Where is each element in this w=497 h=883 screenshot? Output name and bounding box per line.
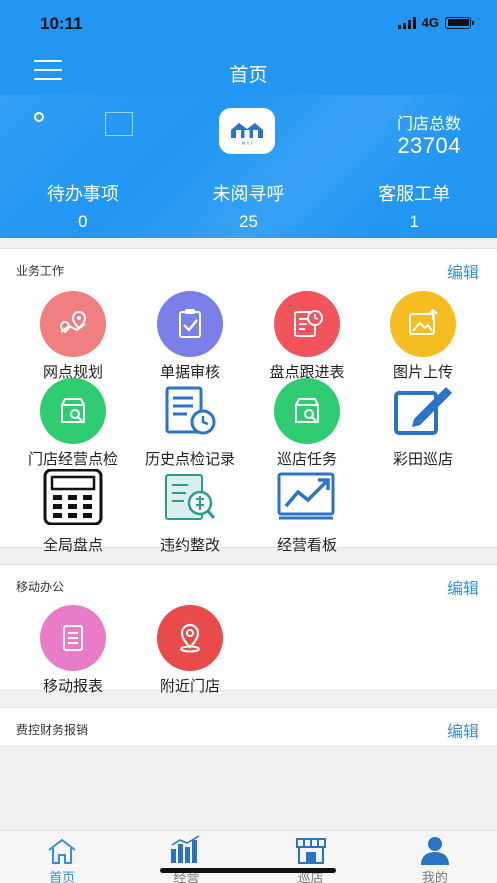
grid-item-label: 彩田巡店	[392, 451, 453, 468]
network-type: 4G	[421, 15, 439, 30]
stat-service-tickets[interactable]: 客服工单 1	[331, 180, 497, 232]
bar-chart-icon	[124, 831, 248, 865]
section-header: 业务工作 编辑	[0, 249, 497, 287]
grid-item-label: 违约整改	[159, 537, 220, 554]
section-header: 移动办公 编辑	[0, 565, 497, 603]
stat-value: 25	[239, 212, 258, 231]
stat-label: 未阅寻呼	[212, 184, 285, 204]
edit-button[interactable]: 编辑	[447, 259, 479, 283]
section-title: 移动办公	[16, 580, 65, 594]
tab-mine[interactable]: 我的	[373, 831, 497, 883]
stat-label: 待办事项	[46, 184, 119, 204]
report-icon	[40, 605, 106, 671]
edit-button[interactable]: 编辑	[447, 718, 479, 742]
grid-item-history-records[interactable]: 历史点检记录	[128, 378, 252, 469]
grid-item-mobile-report[interactable]: 移动报表	[11, 605, 135, 696]
clipboard-check-icon	[157, 291, 223, 357]
tab-business[interactable]: 经营	[124, 831, 248, 883]
map-pin-icon	[40, 291, 106, 357]
status-indicators: 4G	[397, 15, 474, 30]
section-title: 费控财务报销	[16, 723, 89, 737]
edit-pen-icon	[390, 378, 456, 444]
house-logo-icon: M.Y.J	[231, 123, 263, 146]
battery-icon	[445, 16, 474, 29]
tab-label: 我的	[421, 870, 448, 883]
app-logo: M.Y.J	[219, 108, 275, 154]
logo-text: M.Y.J	[242, 141, 253, 146]
document-clock-icon	[274, 291, 340, 357]
grid-item-business-dashboard[interactable]: 经营看板	[245, 464, 369, 555]
store-inspect-icon	[40, 378, 106, 444]
grid-item-global-inventory[interactable]: 全局盘点	[11, 464, 135, 555]
patrol-task-icon	[274, 378, 340, 444]
circle-decoration-icon	[34, 112, 44, 122]
grid-item-label: 附近门店	[159, 678, 220, 695]
tab-patrol[interactable]: 巡店	[249, 831, 373, 883]
grid-item-nearby-stores[interactable]: 附近门店	[128, 605, 252, 696]
stat-label: 客服工单	[378, 184, 451, 204]
store-total-value: 23704	[397, 133, 461, 158]
stat-value: 0	[78, 212, 88, 231]
summary-stats: 待办事项 0 未阅寻呼 25 客服工单 1	[0, 180, 497, 232]
stat-value: 1	[409, 212, 419, 231]
nav-bar: 首页	[0, 48, 497, 96]
grid-item-caitian-patrol[interactable]: 彩田巡店	[361, 378, 485, 469]
grid-item-label: 全局盘点	[42, 537, 103, 554]
image-upload-icon	[390, 291, 456, 357]
stat-todo[interactable]: 待办事项 0	[0, 180, 166, 232]
person-icon	[373, 831, 497, 865]
tab-bar: 首页 经营 巡店 我的	[0, 830, 497, 883]
location-icon	[157, 605, 223, 671]
tab-home[interactable]: 首页	[0, 831, 124, 883]
home-indicator	[160, 868, 336, 873]
edit-button[interactable]: 编辑	[447, 575, 479, 599]
tab-label: 首页	[49, 870, 76, 883]
grid-item-violation-fix[interactable]: 违约整改	[128, 464, 252, 555]
signal-icon	[397, 16, 416, 29]
page-title: 首页	[229, 65, 268, 86]
history-record-icon	[157, 378, 223, 444]
section-mobile-office: 移动办公 编辑 移动报表 附近门店	[0, 564, 497, 695]
grid-item-patrol-task[interactable]: 巡店任务	[245, 378, 369, 469]
home-icon	[0, 831, 124, 865]
section-expense: 费控财务报销 编辑	[0, 707, 497, 747]
header-area: 10:11 4G 首页 M.Y.J 门店总数 23704 待办事项 0 未阅寻呼…	[0, 0, 497, 238]
status-bar: 10:11 4G	[0, 0, 497, 48]
grid-item-image-upload[interactable]: 图片上传	[361, 291, 485, 382]
grid-item-inventory-followup[interactable]: 盘点跟进表	[245, 291, 369, 382]
calculator-icon	[40, 464, 106, 530]
status-time: 10:11	[40, 14, 83, 33]
section-header: 费控财务报销 编辑	[0, 708, 497, 746]
violation-fix-icon	[157, 464, 223, 530]
section-business: 业务工作 编辑 网点规划 单据审核 盘点跟进表 图片上传 门店经营点检 历史点检…	[0, 248, 497, 554]
grid-item-document-review[interactable]: 单据审核	[128, 291, 252, 382]
trend-board-icon	[274, 464, 340, 530]
stat-unread-pages[interactable]: 未阅寻呼 25	[166, 180, 332, 232]
grid-item-store-inspection[interactable]: 门店经营点检	[11, 378, 135, 469]
store-icon	[249, 831, 373, 865]
section-title: 业务工作	[16, 264, 65, 278]
grid-item-label: 经营看板	[276, 537, 337, 554]
store-total-label: 门店总数	[396, 116, 461, 133]
grid-item-network-planning[interactable]: 网点规划	[11, 291, 135, 382]
grid-item-label: 移动报表	[42, 678, 103, 695]
square-decoration-icon	[105, 112, 133, 136]
